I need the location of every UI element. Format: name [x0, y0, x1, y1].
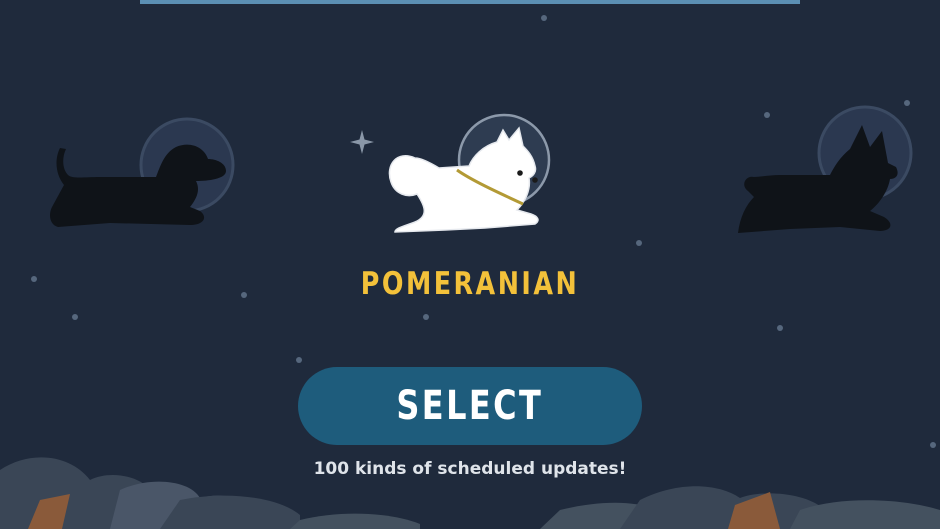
star-dot [31, 276, 37, 282]
star-dot [777, 325, 783, 331]
select-button[interactable]: SELECT [298, 367, 642, 445]
left-dog-silhouette-icon[interactable] [40, 115, 240, 240]
breed-name: POMERANIAN [360, 266, 580, 302]
dog-select-screen: POMERANIAN SELECT 100 kinds of scheduled… [0, 0, 940, 529]
select-button-label: SELECT [396, 383, 544, 429]
star-dot [541, 15, 547, 21]
sparkle-star-icon [350, 130, 374, 154]
star-dot [423, 314, 429, 320]
star-dot [296, 357, 302, 363]
top-bar [140, 0, 800, 4]
star-dot [636, 240, 642, 246]
pomeranian-dog-icon[interactable] [385, 110, 560, 240]
star-dot [72, 314, 78, 320]
right-dog-silhouette-icon[interactable] [730, 105, 920, 240]
cloud-decoration [0, 457, 940, 529]
